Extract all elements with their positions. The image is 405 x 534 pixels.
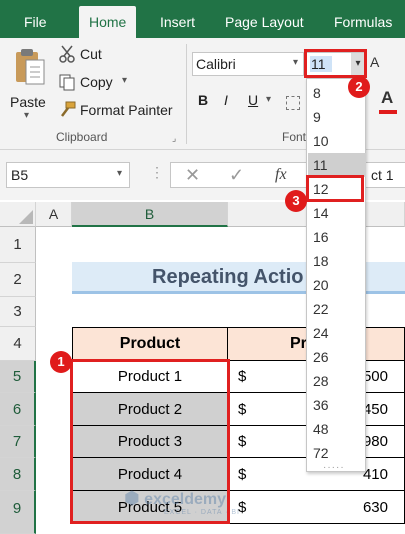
currency-symbol: $ <box>238 368 247 385</box>
underline-button[interactable]: U <box>248 92 258 108</box>
chevron-down-icon: ▾ <box>24 110 30 121</box>
currency-symbol: $ <box>238 401 247 418</box>
title-text: Repeating Actio <box>152 266 304 288</box>
copy-label: Copy <box>80 74 113 90</box>
row-header[interactable]: 2 <box>0 263 36 297</box>
formula-input[interactable]: ct 1 <box>371 167 394 183</box>
header-cell-product[interactable]: Product <box>72 327 228 361</box>
chevron-down-icon: ▾ <box>117 168 123 179</box>
chevron-down-icon: ▾ <box>293 57 299 68</box>
column-header-a[interactable]: A <box>36 202 72 227</box>
italic-button[interactable]: I <box>224 92 228 108</box>
row-header[interactable]: 6 <box>0 393 36 426</box>
font-size-option[interactable]: 36 <box>308 393 366 417</box>
insert-function-icon[interactable]: fx <box>275 166 287 184</box>
selection-highlight <box>70 359 230 524</box>
callout-badge-1: 1 <box>50 351 72 373</box>
font-size-option[interactable]: 18 <box>308 249 366 273</box>
font-color-swatch <box>379 110 397 114</box>
paste-label: Paste <box>10 94 46 110</box>
scissors-icon <box>59 45 75 63</box>
tab-formulas[interactable]: Formulas <box>334 0 392 38</box>
cancel-icon[interactable]: ✕ <box>185 165 200 186</box>
borders-icon[interactable] <box>286 96 300 110</box>
row-header[interactable]: 4 <box>0 327 36 361</box>
name-box[interactable]: B5 ▾ <box>6 162 130 188</box>
group-divider <box>186 44 187 144</box>
cut-button[interactable]: Cut <box>58 44 138 66</box>
font-size-option[interactable]: 26 <box>308 345 366 369</box>
tab-insert[interactable]: Insert <box>160 0 195 38</box>
font-size-dropdown-list: 8 9 10 11 12 14 16 18 20 22 24 26 28 36 … <box>306 78 366 473</box>
name-box-value: B5 <box>11 167 29 183</box>
clipboard-icon <box>16 49 45 85</box>
currency-symbol: $ <box>238 433 247 450</box>
price-value: 500 <box>362 368 388 385</box>
font-size-option-current[interactable]: 11 <box>308 153 366 177</box>
font-size-option[interactable]: 16 <box>308 225 366 249</box>
font-size-option[interactable]: 24 <box>308 321 366 345</box>
paste-button[interactable]: Paste ▾ <box>8 44 48 124</box>
font-size-option[interactable]: 10 <box>308 129 366 153</box>
currency-symbol: $ <box>238 466 247 483</box>
font-color-button[interactable]: A <box>381 88 393 108</box>
format-painter-label: Format Painter <box>80 102 173 118</box>
callout-badge-3: 3 <box>285 190 307 212</box>
row-header[interactable]: 7 <box>0 426 36 458</box>
clipboard-group-label: Clipboard <box>56 130 108 144</box>
price-cell[interactable]: $ 630 <box>228 491 405 524</box>
chevron-down-icon[interactable]: ▾ <box>122 75 127 86</box>
format-painter-button[interactable]: Format Painter <box>58 100 182 122</box>
row-header[interactable]: 8 <box>0 458 36 491</box>
resize-grip-icon[interactable]: ····· <box>323 462 345 473</box>
enter-check-icon[interactable]: ✓ <box>229 165 244 186</box>
chevron-down-icon[interactable]: ▾ <box>266 94 271 105</box>
option-12-highlight <box>306 175 364 202</box>
font-size-option[interactable]: 9 <box>308 105 366 129</box>
font-size-option[interactable]: 22 <box>308 297 366 321</box>
tab-file[interactable]: File <box>24 0 47 38</box>
select-all-triangle-icon <box>19 210 33 224</box>
font-size-option[interactable]: 48 <box>308 417 366 441</box>
price-value: 630 <box>362 499 388 516</box>
font-group-label: Font <box>282 130 307 144</box>
callout-badge-2: 2 <box>348 76 370 98</box>
tab-home[interactable]: Home <box>79 6 137 38</box>
price-value: 450 <box>362 401 388 418</box>
more-options-icon: ⋮ <box>150 164 164 180</box>
font-size-option[interactable]: 14 <box>308 201 366 225</box>
formula-area: ✕ ✓ fx ct 1 <box>170 162 405 188</box>
font-size-option[interactable]: 28 <box>308 369 366 393</box>
font-size-option[interactable]: 20 <box>308 273 366 297</box>
ribbon-tab-bar: File Home Insert Page Layout Formulas <box>0 0 405 38</box>
font-size-highlight <box>304 49 367 78</box>
font-name-box[interactable]: Calibri ▾ <box>192 52 304 76</box>
tab-page-layout[interactable]: Page Layout <box>225 0 304 38</box>
increase-font-icon[interactable]: A <box>370 54 379 70</box>
copy-icon <box>59 74 75 91</box>
font-color-letter: A <box>381 88 394 107</box>
font-name-value: Calibri <box>196 56 236 72</box>
row-header[interactable]: 9 <box>0 491 36 534</box>
copy-button[interactable]: Copy ▾ <box>58 72 138 94</box>
row-header[interactable]: 5 <box>0 361 36 393</box>
row-header[interactable]: 1 <box>0 227 36 263</box>
price-value: 980 <box>362 433 388 450</box>
cut-label: Cut <box>80 46 102 62</box>
price-value: 410 <box>362 466 388 483</box>
select-all-corner[interactable] <box>0 202 36 227</box>
dialog-launcher-icon[interactable]: ⌟ <box>172 133 176 144</box>
row-header[interactable]: 3 <box>0 297 36 327</box>
column-header-b[interactable]: B <box>72 202 228 227</box>
bold-button[interactable]: B <box>198 92 208 108</box>
paintbrush-icon <box>61 101 76 117</box>
